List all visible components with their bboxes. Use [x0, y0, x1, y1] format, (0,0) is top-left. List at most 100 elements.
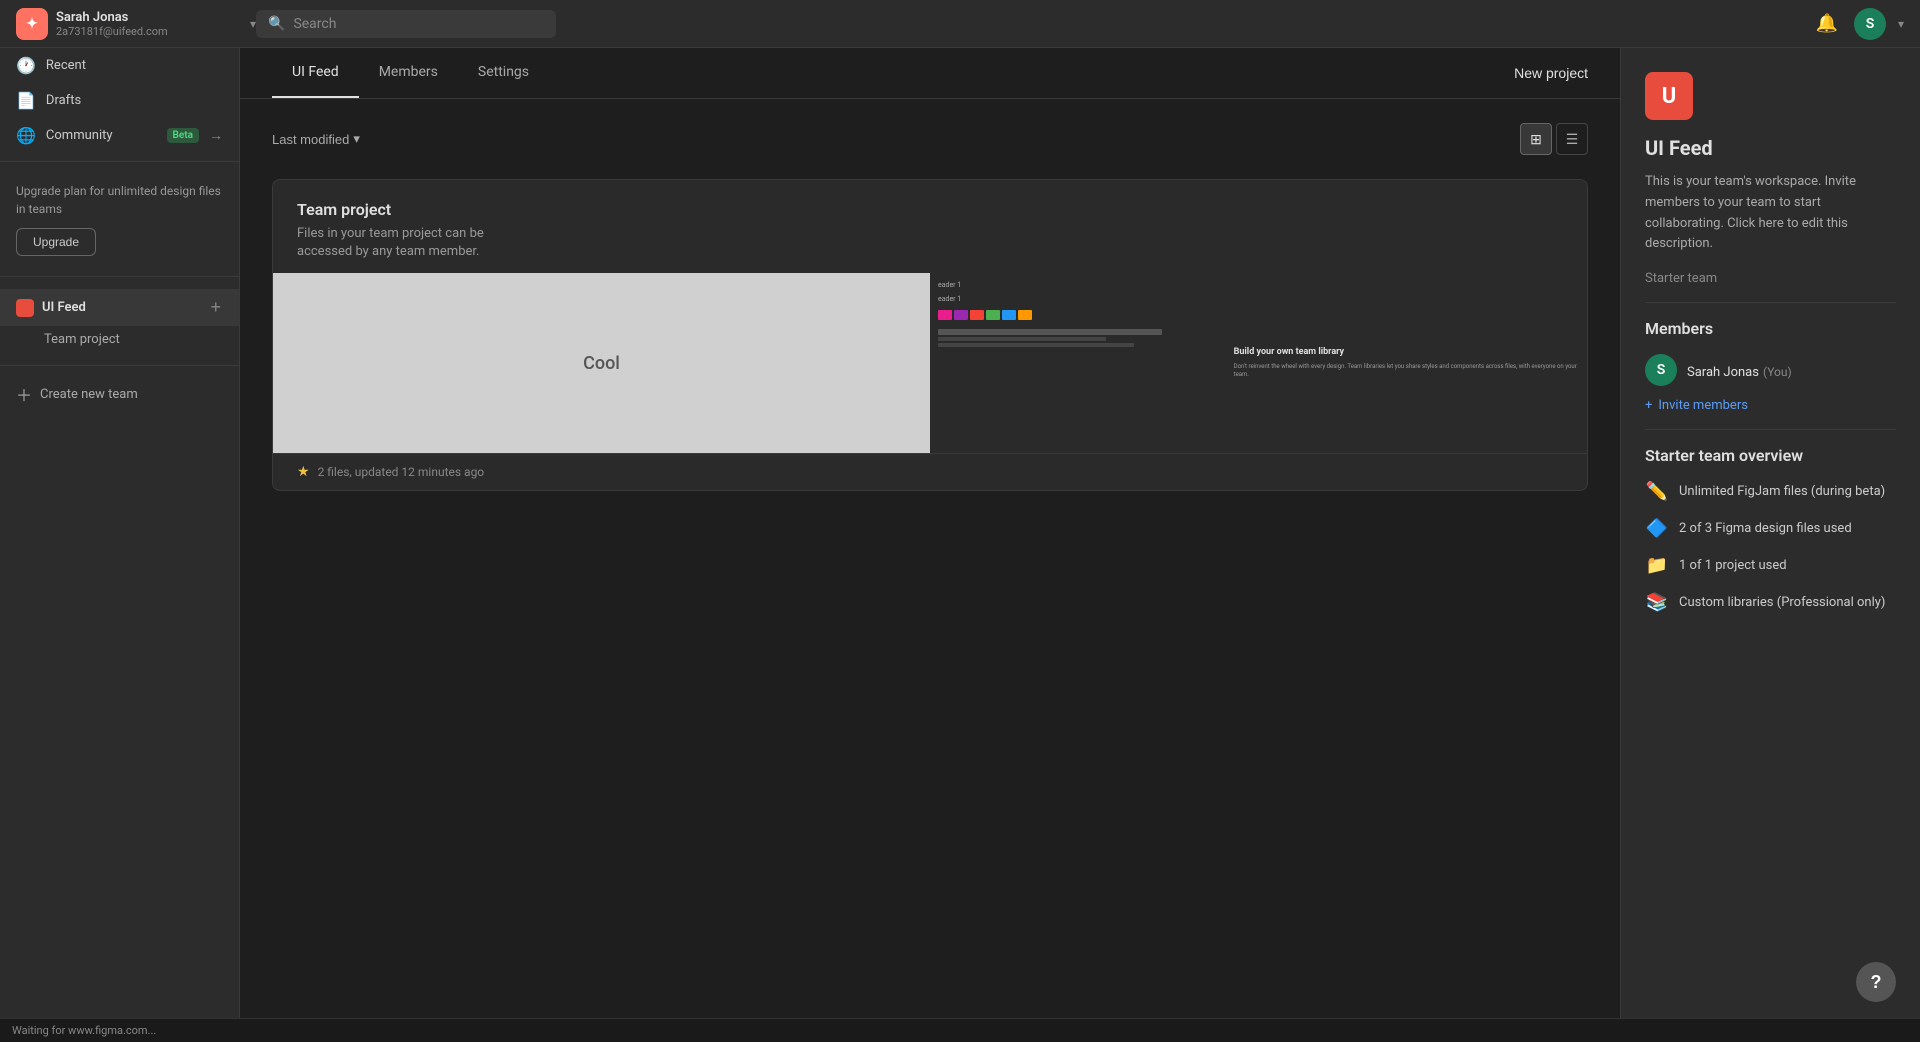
user-name: Sarah Jonas — [56, 10, 242, 25]
project-meta: 2 files, updated 12 minutes ago — [318, 465, 485, 479]
filter-label: Last modified — [272, 132, 349, 147]
starter-label: Starter team — [1645, 271, 1896, 286]
sidebar-item-team-project[interactable]: Team project — [0, 326, 239, 353]
content-header: UI Feed Members Settings New project — [240, 48, 1620, 99]
clock-icon: 🕐 — [16, 56, 36, 75]
overview-text-4: Custom libraries (Professional only) — [1679, 595, 1885, 610]
project-files: Cool eader 1 eader 1 — [273, 273, 1587, 453]
right-panel: U UI Feed This is your team's workspace.… — [1620, 48, 1920, 1018]
community-arrow-icon: → — [209, 127, 223, 144]
grid-view-button[interactable]: ⊞ — [1520, 123, 1552, 155]
panel-divider-2 — [1645, 429, 1896, 430]
member-row: S Sarah Jonas(You) — [1645, 354, 1896, 386]
statusbar-text: Waiting for www.figma.com... — [12, 1024, 156, 1037]
team-project-label: Team project — [44, 332, 120, 347]
create-team-label: Create new team — [40, 387, 138, 402]
lib-header-2: eader 1 — [938, 295, 1218, 303]
lib-swatch-orange — [1018, 310, 1032, 320]
members-section-title: Members — [1645, 319, 1896, 338]
sidebar-divider-3 — [0, 365, 239, 366]
upgrade-section: Upgrade plan for unlimited design files … — [0, 170, 239, 268]
sidebar: 🕐 Recent 📄 Drafts 🌐 Community Beta → Upg… — [0, 48, 240, 1018]
library-right-panel: Build your own team library Don't reinve… — [1226, 273, 1587, 453]
tab-ui-feed[interactable]: UI Feed — [272, 48, 359, 98]
team-panel-desc: This is your team's workspace. Invite me… — [1645, 172, 1896, 255]
project-card: Team project Files in your team project … — [272, 179, 1588, 491]
view-toggle: ⊞ ☰ — [1520, 123, 1588, 155]
project-desc: Files in your team project can be access… — [297, 225, 1563, 261]
notifications-button[interactable]: 🔔 — [1812, 9, 1842, 38]
avatar-chevron[interactable]: ▾ — [1898, 17, 1904, 31]
lib-swatch-green — [986, 310, 1000, 320]
member-name: Sarah Jonas — [1687, 365, 1759, 380]
member-info: Sarah Jonas(You) — [1687, 361, 1792, 380]
library-text: Don't reinvent the wheel with every desi… — [1234, 363, 1579, 380]
project-footer: ★ 2 files, updated 12 minutes ago — [273, 453, 1587, 490]
file-icon: 📄 — [16, 91, 36, 110]
lib-type-2 — [938, 337, 1106, 341]
statusbar: Waiting for www.figma.com... — [0, 1018, 1920, 1042]
invite-members-link[interactable]: + Invite members — [1645, 398, 1896, 413]
library-title: Build your own team library — [1234, 347, 1579, 359]
filter-button[interactable]: Last modified ▾ — [272, 131, 360, 147]
search-placeholder: Search — [293, 16, 336, 32]
figma-logo: ✦ — [16, 8, 48, 40]
lib-swatch-purple — [954, 310, 968, 320]
upgrade-text: Upgrade plan for unlimited design files … — [16, 182, 223, 218]
topbar-search: 🔍 Search — [256, 10, 1812, 38]
team-color-indicator — [16, 299, 34, 317]
overview-item-2: 🔷 2 of 3 Figma design files used — [1645, 518, 1896, 539]
list-view-button[interactable]: ☰ — [1556, 123, 1588, 155]
community-badge: Beta — [167, 128, 199, 143]
sidebar-divider-1 — [0, 161, 239, 162]
create-team-button[interactable]: ＋ Create new team — [0, 374, 239, 414]
overview-text-1: Unlimited FigJam files (during beta) — [1679, 484, 1885, 499]
overview-text-2: 2 of 3 Figma design files used — [1679, 521, 1852, 536]
team-panel-title: UI Feed — [1645, 136, 1896, 160]
new-project-button[interactable]: New project — [1514, 57, 1588, 89]
lib-swatch-blue — [1002, 310, 1016, 320]
main-layout: 🕐 Recent 📄 Drafts 🌐 Community Beta → Upg… — [0, 48, 1920, 1018]
panel-divider-1 — [1645, 302, 1896, 303]
upgrade-button[interactable]: Upgrade — [16, 228, 96, 256]
lib-header-1: eader 1 — [938, 281, 1218, 289]
globe-icon: 🌐 — [16, 126, 36, 145]
content-area: UI Feed Members Settings New project Las… — [240, 48, 1620, 1018]
user-email: 2a73181f@uifeed.com — [56, 25, 242, 38]
plus-icon: ＋ — [16, 382, 32, 406]
sidebar-item-recent[interactable]: 🕐 Recent — [0, 48, 239, 83]
help-button[interactable]: ? — [1856, 962, 1896, 1002]
libraries-icon: 📚 — [1645, 592, 1669, 613]
team-name-label: UI Feed — [42, 300, 200, 315]
search-icon: 🔍 — [268, 16, 285, 32]
lib-swatch-red — [970, 310, 984, 320]
search-box[interactable]: 🔍 Search — [256, 10, 556, 38]
overview-item-1: ✏️ Unlimited FigJam files (during beta) — [1645, 481, 1896, 502]
figjam-icon: ✏️ — [1645, 481, 1669, 502]
team-add-button[interactable]: + — [208, 295, 223, 320]
topbar-right: 🔔 S ▾ — [1812, 8, 1904, 40]
tab-members[interactable]: Members — [359, 48, 458, 98]
drafts-label: Drafts — [46, 93, 223, 108]
file-cool-label: Cool — [583, 353, 620, 374]
project-card-header: Team project Files in your team project … — [273, 180, 1587, 273]
team-header[interactable]: UI Feed + — [0, 289, 239, 326]
file-thumb-cool[interactable]: Cool — [273, 273, 930, 453]
sidebar-item-community[interactable]: 🌐 Community Beta → — [0, 118, 239, 153]
overview-text-3: 1 of 1 project used — [1679, 558, 1787, 573]
lib-swatch-pink — [938, 310, 952, 320]
team-panel-avatar: U — [1645, 72, 1693, 120]
overview-item-3: 📁 1 of 1 project used — [1645, 555, 1896, 576]
overview-title: Starter team overview — [1645, 446, 1896, 465]
file-thumb-library[interactable]: eader 1 eader 1 — [930, 273, 1587, 453]
sidebar-item-drafts[interactable]: 📄 Drafts — [0, 83, 239, 118]
tab-settings[interactable]: Settings — [458, 48, 549, 98]
project-title: Team project — [297, 200, 1563, 219]
topbar: ✦ Sarah Jonas 2a73181f@uifeed.com ▾ 🔍 Se… — [0, 0, 1920, 48]
lib-type-1 — [938, 329, 1162, 335]
lib-type-samples — [938, 329, 1218, 347]
filter-bar: Last modified ▾ ⊞ ☰ — [272, 123, 1588, 155]
member-avatar: S — [1645, 354, 1677, 386]
team-section: UI Feed + Team project — [0, 285, 239, 357]
avatar[interactable]: S — [1854, 8, 1886, 40]
